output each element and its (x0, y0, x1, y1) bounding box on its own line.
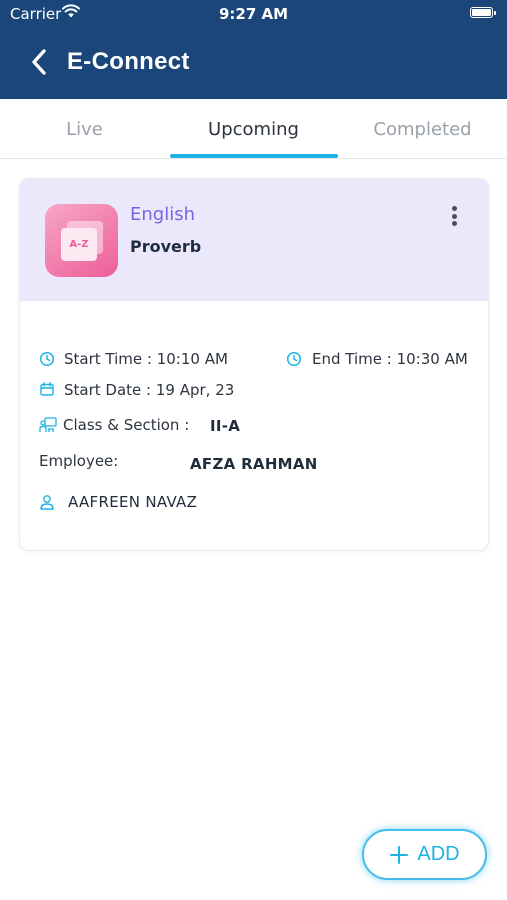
more-dot (451, 221, 457, 226)
employee-value: AFZA RAHMAN (190, 455, 318, 473)
active-tab-indicator (170, 154, 338, 158)
class-section-value: II-A (210, 417, 241, 435)
clock-icon (286, 351, 302, 367)
employee-label: Employee: (39, 452, 119, 470)
add-button[interactable]: ADD (362, 829, 487, 880)
plus-icon (390, 845, 409, 864)
tab-live[interactable]: Live (0, 99, 169, 159)
start-time: Start Time : 10:10 AM (64, 350, 228, 368)
tab-upcoming[interactable]: Upcoming (169, 99, 338, 159)
topic-name: Proverb (130, 237, 202, 256)
clock-icon (39, 351, 55, 367)
card-header: A-Z English Proverb (20, 179, 488, 301)
subject-icon: A-Z (45, 204, 118, 277)
battery-icon (470, 7, 493, 18)
status-bar: Carrier 9:27 AM (0, 0, 507, 28)
battery-tip (494, 11, 496, 15)
status-time: 9:27 AM (218, 5, 289, 23)
subject-name: English (130, 204, 195, 225)
chevron-left-icon (32, 49, 46, 75)
end-time: End Time : 10:30 AM (312, 350, 468, 368)
icon-card-front: A-Z (61, 228, 97, 261)
user-icon (40, 495, 54, 510)
class-section-label: Class & Section : (63, 416, 190, 434)
page-title: E-Connect (67, 48, 190, 75)
add-button-label: ADD (417, 843, 460, 865)
more-dot (451, 213, 457, 219)
app-header: Carrier 9:27 AM E-Connect (0, 0, 507, 99)
classroom-icon (39, 417, 57, 432)
more-options-button[interactable] (444, 203, 464, 229)
tab-completed[interactable]: Completed (338, 99, 507, 159)
calendar-icon (40, 382, 54, 396)
more-dot (451, 206, 457, 211)
back-button[interactable] (26, 47, 52, 77)
start-date: Start Date : 19 Apr, 23 (64, 381, 235, 399)
student-name: AAFREEN NAVAZ (68, 493, 198, 511)
class-card[interactable]: A-Z English Proverb Start Time : 10:10 A… (19, 178, 489, 551)
tab-bar: Live Upcoming Completed (0, 99, 507, 159)
